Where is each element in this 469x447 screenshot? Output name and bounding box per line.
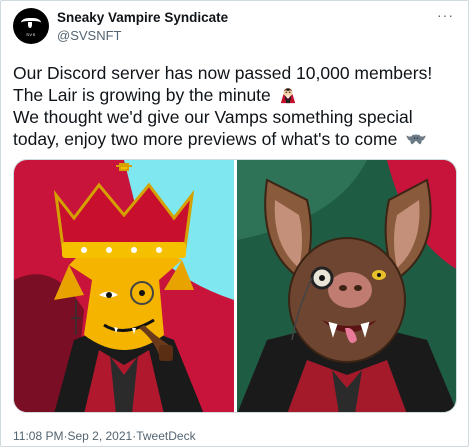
bat-vampire-image[interactable] xyxy=(237,160,456,412)
tweet-line: We thought we'd give our Vamps something… xyxy=(13,106,463,128)
tweet-card: SVS Sneaky Vampire Syndicate @SVSNFT ···… xyxy=(0,0,469,447)
vampire-king-illustration xyxy=(14,160,234,412)
media-grid xyxy=(13,159,457,413)
tweet-time[interactable]: 11:08 PM xyxy=(13,429,63,443)
bat-emoji-icon xyxy=(406,133,427,145)
tweet-metadata: 11:08 PM · Sep 2, 2021 · TweetDeck xyxy=(13,429,196,443)
vampire-king-image[interactable] xyxy=(14,160,234,412)
tweet-source[interactable]: TweetDeck xyxy=(136,429,195,443)
avatar-logo-text: SVS xyxy=(26,32,36,37)
user-handle[interactable]: @SVSNFT xyxy=(57,28,121,43)
avatar[interactable]: SVS xyxy=(13,8,49,44)
tweet-line: The Lair is growing by the minute xyxy=(13,84,463,106)
tweet-date[interactable]: Sep 2, 2021 xyxy=(67,429,132,443)
tweet-line-text: today, enjoy two more previews of what's… xyxy=(13,129,398,149)
tweet-line-text: Our Discord server has now passed 10,000… xyxy=(13,63,433,83)
tweet-line: Our Discord server has now passed 10,000… xyxy=(13,62,463,84)
display-name[interactable]: Sneaky Vampire Syndicate xyxy=(57,10,228,25)
bat-vampire-illustration xyxy=(237,160,456,412)
more-options-button[interactable]: ··· xyxy=(437,7,454,23)
tweet-text: Our Discord server has now passed 10,000… xyxy=(13,62,463,150)
vampire-logo-icon xyxy=(21,18,41,30)
vampire-emoji-icon xyxy=(280,87,295,104)
tweet-line: today, enjoy two more previews of what's… xyxy=(13,128,463,150)
tweet-line-text: We thought we'd give our Vamps something… xyxy=(13,107,413,127)
tweet-line-text: The Lair is growing by the minute xyxy=(13,85,271,105)
